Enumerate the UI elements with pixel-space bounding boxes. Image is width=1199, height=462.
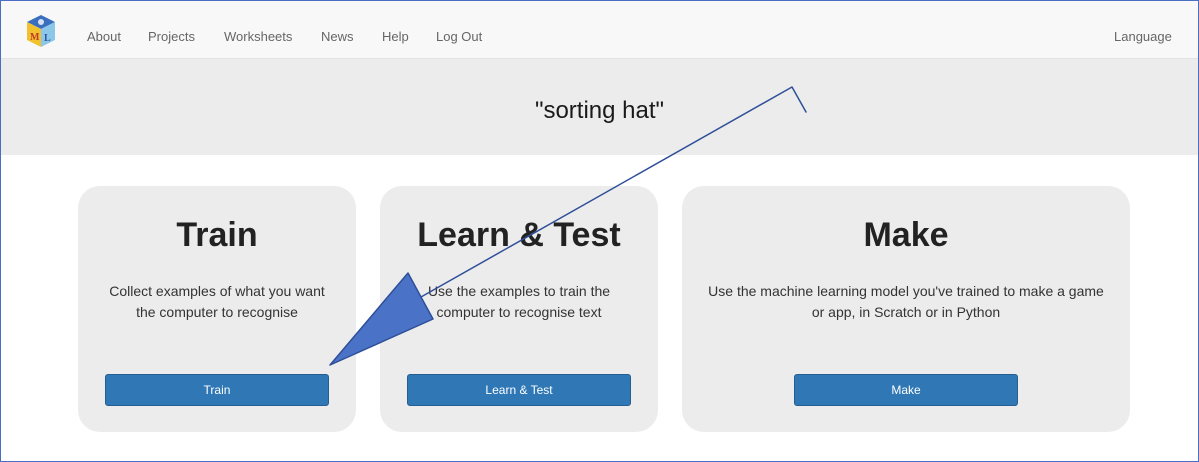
learn-test-card-title: Learn & Test <box>417 216 621 254</box>
make-card: Make Use the machine learning model you'… <box>682 186 1130 432</box>
nav-help[interactable]: Help <box>382 29 409 44</box>
svg-text:M: M <box>30 32 40 43</box>
navbar: M L About Projects Worksheets News Help … <box>1 1 1198 59</box>
make-card-description: Use the machine learning model you've tr… <box>708 283 1104 320</box>
learn-test-card-description: Use the examples to train the computer t… <box>427 283 611 320</box>
nav-news[interactable]: News <box>321 29 354 44</box>
ml-logo-icon[interactable]: M L <box>25 14 57 48</box>
nav-log-out[interactable]: Log Out <box>436 29 482 44</box>
train-card: Train Collect examples of what you want … <box>78 186 356 432</box>
make-card-title: Make <box>863 216 949 254</box>
train-card-title: Train <box>176 216 258 254</box>
train-button[interactable]: Train <box>105 374 329 406</box>
nav-worksheets[interactable]: Worksheets <box>224 29 292 44</box>
learn-test-card: Learn & Test Use the examples to train t… <box>380 186 658 432</box>
train-card-description: Collect examples of what you want the co… <box>109 283 325 320</box>
project-title: "sorting hat" <box>534 97 665 124</box>
nav-language[interactable]: Language <box>1114 29 1172 44</box>
nav-projects[interactable]: Projects <box>148 29 195 44</box>
svg-text:L: L <box>44 33 51 44</box>
make-button[interactable]: Make <box>794 374 1018 406</box>
project-header: "sorting hat" <box>1 59 1198 155</box>
nav-about[interactable]: About <box>87 29 121 44</box>
learn-test-button[interactable]: Learn & Test <box>407 374 631 406</box>
